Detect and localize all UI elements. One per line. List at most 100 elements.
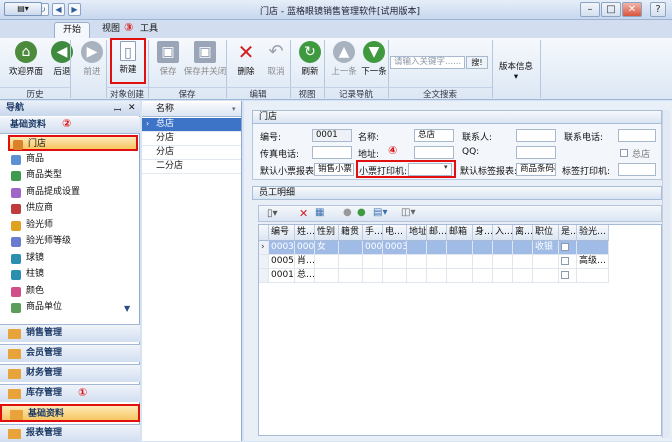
list-item[interactable]: 总店 [142,118,241,132]
table-cell[interactable] [407,241,427,255]
table-cell[interactable] [513,269,533,283]
nav-item-9[interactable]: 颜色 [8,284,138,300]
table-cell[interactable] [473,255,493,269]
table-cell[interactable]: 0003 [269,241,295,255]
new-row-icon[interactable]: ▯▾ [267,208,278,219]
nav-item-7[interactable]: 球镜 [8,251,138,267]
qq-field[interactable] [516,146,556,159]
help-button[interactable]: ? [650,2,666,17]
nav-item-2[interactable]: 商品类型 [8,168,138,184]
table-cell[interactable] [383,269,407,283]
nav-item-8[interactable]: 柱镜 [8,267,138,283]
code-field[interactable]: 0001 [312,129,352,142]
nav-group-0[interactable]: 销售管理 [0,324,140,342]
refresh-button[interactable]: ↻ 刷新 [292,40,328,82]
table-cell[interactable] [339,269,363,283]
tag-report-field[interactable]: 商品条码标 [516,163,556,176]
nav-item-5[interactable]: 验光师 [8,218,138,234]
forward-icon[interactable]: ▶ [68,3,81,16]
nav-group-2[interactable]: 财务管理 [0,364,140,382]
grid-column-header[interactable]: 身… [473,225,493,241]
grid-checkbox[interactable] [561,270,569,279]
table-icon[interactable]: ▦ [315,207,324,218]
grid-column-header[interactable]: 籍贯 [339,225,363,241]
table-cell[interactable] [339,255,363,269]
search-button[interactable]: 搜! [466,56,488,69]
grid-column-header[interactable]: 验光… [577,225,609,241]
table-cell[interactable]: 0003 [363,241,383,255]
table-cell[interactable] [533,269,559,283]
name-field[interactable]: 总店 [414,129,454,142]
table-cell[interactable] [447,269,473,283]
nav-item-1[interactable]: 商品 [8,152,138,168]
list-item[interactable]: 分店 [142,132,241,146]
cancel-button[interactable]: ↶ 取消 [258,40,294,82]
table-cell[interactable] [533,255,559,269]
hq-checkbox[interactable] [620,148,628,158]
print-icon[interactable]: ◫▾ [401,207,415,218]
table-row[interactable]: 0001 总… [259,269,659,283]
table-cell[interactable] [383,255,407,269]
app-button[interactable]: ▤▾ [4,2,42,16]
nav-group-4[interactable]: 基础资料 [0,404,140,422]
grid-column-header[interactable]: 性别 [315,225,339,241]
table-cell[interactable]: 0005 [269,255,295,269]
table-cell[interactable] [577,241,609,255]
table-cell[interactable] [427,269,447,283]
table-cell[interactable] [427,241,447,255]
table-row[interactable]: ›00030003女00030003收银 [259,241,659,255]
nav-group-3[interactable]: 库存管理 [0,384,140,402]
address-field[interactable] [414,146,454,159]
nav-item-6[interactable]: 验光师等级 [8,234,138,250]
table-cell[interactable] [559,255,577,269]
table-cell[interactable]: 0003 [383,241,407,255]
table-cell[interactable] [427,255,447,269]
forward-button[interactable]: ▶ 前进 [74,40,110,82]
grid-column-header[interactable]: 手… [363,225,383,241]
table-cell[interactable]: 肖… [295,255,315,269]
grid-column-header[interactable]: 入… [493,225,513,241]
new-button[interactable]: ▯ 新建 [110,38,146,84]
table-cell[interactable] [493,269,513,283]
table-cell[interactable]: 收银 [533,241,559,255]
table-cell[interactable] [577,269,609,283]
pin-icon[interactable]: ꟷ [114,103,121,116]
table-cell[interactable]: 女 [315,241,339,255]
list-item[interactable]: 分店 [142,146,241,160]
table-cell[interactable] [493,241,513,255]
grid-column-header[interactable]: 电… [383,225,407,241]
list-header-name[interactable]: 名称 [142,103,241,117]
nav-item-10[interactable]: 商品单位 [8,300,138,316]
list-item[interactable]: 二分店 [142,160,241,174]
table-cell[interactable] [315,269,339,283]
next-record-button[interactable]: ▼ 下一条 [356,40,392,82]
table-cell[interactable] [559,269,577,283]
export-icon[interactable]: ▤▾ [373,207,387,218]
contact-field[interactable] [516,129,556,142]
grid-checkbox[interactable] [561,256,569,265]
tag-printer-select[interactable] [618,163,656,176]
nav-group-1[interactable]: 会员管理 [0,344,140,362]
fax-field[interactable] [312,146,352,159]
save-close-button[interactable]: ▣ 保存并关闭 [182,40,228,82]
nav-item-4[interactable]: 供应商 [8,201,138,217]
table-cell[interactable] [407,269,427,283]
phone-field[interactable] [618,129,656,142]
column-filter-icon[interactable]: ▾ [232,105,236,113]
version-info-button[interactable]: 版本信息 ▾ [496,60,536,102]
nav-scroll-down-icon[interactable]: ▼ [124,304,130,313]
grid-checkbox[interactable] [561,242,569,251]
tab-tools[interactable]: 工具 [132,22,166,38]
disabled-icon[interactable]: ● [343,207,352,218]
table-cell[interactable] [339,241,363,255]
table-cell[interactable] [473,241,493,255]
welcome-button[interactable]: ⌂ 欢迎界面 [8,40,44,82]
grid-column-header[interactable]: 是… [559,225,577,241]
table-cell[interactable] [513,255,533,269]
refresh-icon[interactable]: ● [357,207,366,218]
tab-home[interactable]: 开始 [54,22,91,38]
main-scrollbar[interactable] [662,110,670,438]
table-cell[interactable] [363,269,383,283]
grid-column-header[interactable]: 邮箱 [447,225,473,241]
close-button[interactable]: ✕ [622,2,642,17]
